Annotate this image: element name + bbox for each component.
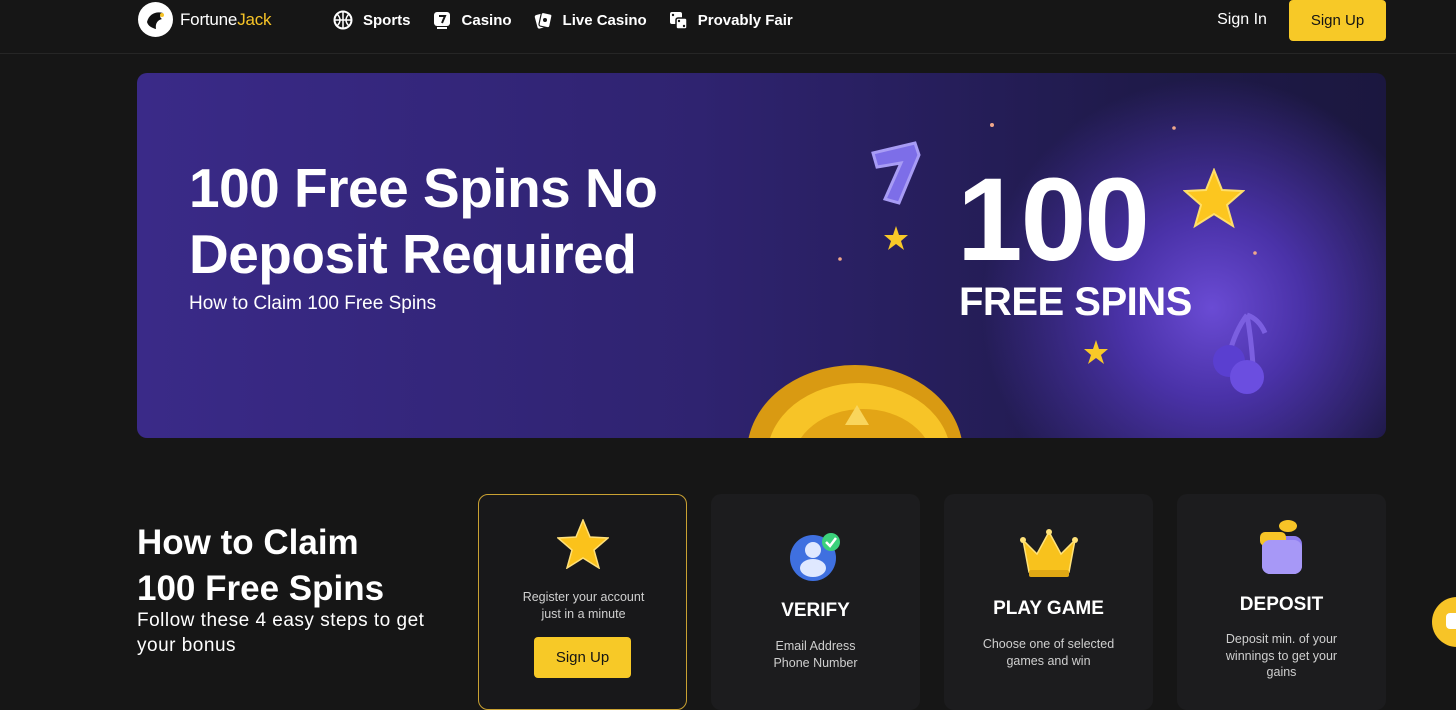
step-verify-desc: Email Address Phone Number (773, 639, 858, 670)
slot-seven-icon (431, 9, 453, 31)
small-star-icon (884, 226, 908, 250)
step-deposit-title: DEPOSIT (1239, 594, 1324, 615)
step-card-register[interactable]: Register your account just in a minute S… (478, 494, 687, 710)
hero-banner: 100 Free Spins No Deposit Required How t… (137, 73, 1386, 438)
main-nav: Sports Casino Live Casino Provably Fair (332, 8, 793, 32)
step-deposit-desc: Deposit min. of your winnings to get you… (1225, 632, 1338, 679)
playing-cards-icon (532, 9, 554, 31)
fortunejack-logo[interactable]: FortuneJack (138, 2, 272, 37)
claim-heading-line1: How to Claim (137, 523, 359, 562)
step-play-desc: Choose one of selected games and win (982, 637, 1115, 668)
step-card-play-game[interactable]: PLAY GAME Choose one of selected games a… (944, 494, 1153, 710)
claim-subtitle: Follow these 4 easy steps to get your bo… (137, 610, 425, 656)
brand-name: FortuneJack (180, 9, 272, 29)
basketball-icon (332, 9, 354, 31)
sign-in-link[interactable]: Sign In (1204, 6, 1280, 34)
nav-casino[interactable]: Casino (431, 8, 512, 32)
claim-heading-line2: 100 Free Spins (137, 569, 385, 608)
cherries-icon (1213, 312, 1268, 394)
step-register-desc: Register your account just in a minute (522, 590, 645, 621)
step-verify-title: VERIFY (781, 600, 850, 621)
seven-symbol-icon (871, 141, 921, 205)
claim-heading: How to Claim 100 Free Spins (137, 520, 384, 612)
nav-casino-label: Casino (461, 11, 512, 29)
gold-coin-icon (748, 365, 962, 438)
hero-graphic-caption: FREE SPINS (959, 280, 1192, 324)
nav-provably-fair[interactable]: Provably Fair (667, 8, 793, 32)
top-navbar: FortuneJack Sports Casino Live Casino Pr… (0, 0, 1456, 54)
nav-live-casino-label: Live Casino (562, 11, 647, 29)
logo-mark-icon (138, 2, 173, 37)
small-star-icon (1084, 340, 1108, 364)
nav-provably-fair-label: Provably Fair (697, 11, 793, 29)
chat-icon (1446, 613, 1456, 629)
big-star-icon (1183, 168, 1245, 229)
star-icon (479, 519, 686, 569)
step-card-verify[interactable]: VERIFY Email Address Phone Number (711, 494, 920, 710)
nav-sports[interactable]: Sports (332, 8, 411, 32)
step-card-deposit[interactable]: DEPOSIT Deposit min. of your winnings to… (1177, 494, 1386, 710)
wallet-coin-icon (1177, 518, 1386, 578)
step-sign-up-button[interactable]: Sign Up (534, 637, 631, 678)
crown-icon (944, 528, 1153, 580)
live-chat-button[interactable] (1432, 597, 1456, 647)
hero-graphic-number: 100 (957, 154, 1150, 286)
verified-user-icon (711, 530, 920, 584)
step-play-title: PLAY GAME (993, 598, 1104, 619)
nav-sports-label: Sports (363, 11, 411, 29)
dice-icon (667, 9, 689, 31)
nav-live-casino[interactable]: Live Casino (532, 8, 647, 32)
sign-up-button[interactable]: Sign Up (1289, 0, 1386, 41)
